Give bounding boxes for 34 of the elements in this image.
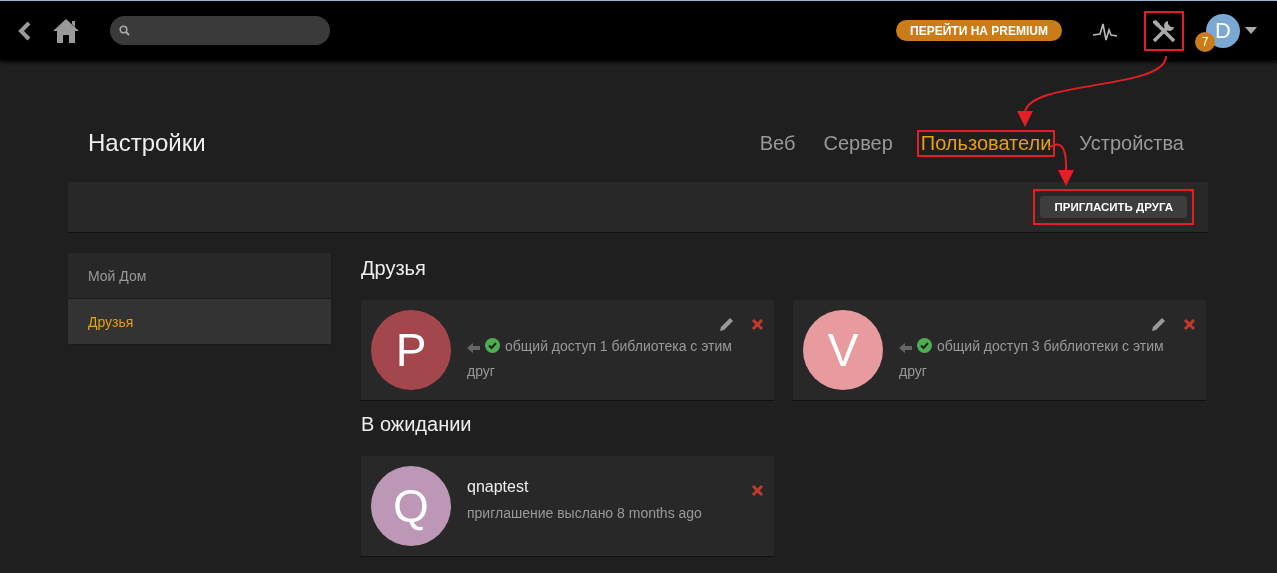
status-text: общий доступ 1 библиотека с этим друг (467, 337, 733, 381)
user-avatar: P (371, 310, 451, 390)
check-icon (917, 338, 932, 353)
sidebar-item[interactable]: Друзья (68, 299, 331, 345)
tab[interactable]: Веб (757, 131, 798, 155)
edit-button[interactable] (718, 316, 735, 333)
premium-button[interactable]: ПЕРЕЙТИ НА PREMIUM (896, 20, 1062, 41)
home-icon[interactable] (52, 17, 80, 44)
search-icon (119, 25, 130, 36)
edit-button[interactable] (1150, 316, 1167, 333)
section-title: Друзья (361, 257, 427, 280)
user-avatar: V (803, 310, 883, 390)
arrow-left-icon (467, 343, 480, 353)
page-title: Настройки (88, 128, 207, 157)
invite-friend-button[interactable]: ПРИГЛАСИТЬ ДРУГА (1040, 196, 1187, 218)
tab[interactable]: Сервер (821, 131, 895, 155)
tab[interactable]: Устройства (1077, 131, 1186, 155)
search-field[interactable] (110, 16, 330, 45)
arrow-left-icon (899, 343, 912, 353)
section-title: В ожидании (361, 413, 473, 436)
back-icon[interactable] (18, 20, 32, 41)
user-avatar: Q (371, 466, 451, 546)
status-text: приглашение выслано 8 months ago (467, 504, 703, 523)
remove-button[interactable] (751, 318, 764, 331)
status-text: общий доступ 3 библиотеки с этим друг (899, 337, 1165, 381)
tab[interactable]: Пользователи (918, 131, 1054, 155)
notification-badge: 7 (1195, 31, 1215, 52)
settings-icon[interactable] (1151, 17, 1177, 44)
remove-button[interactable] (1183, 318, 1196, 331)
check-icon (485, 338, 500, 353)
sidebar-item[interactable]: Мой Дом (68, 253, 331, 299)
dropdown-caret-icon[interactable] (1245, 27, 1257, 34)
user-name: qnaptest (467, 478, 529, 496)
remove-button[interactable] (751, 484, 764, 497)
